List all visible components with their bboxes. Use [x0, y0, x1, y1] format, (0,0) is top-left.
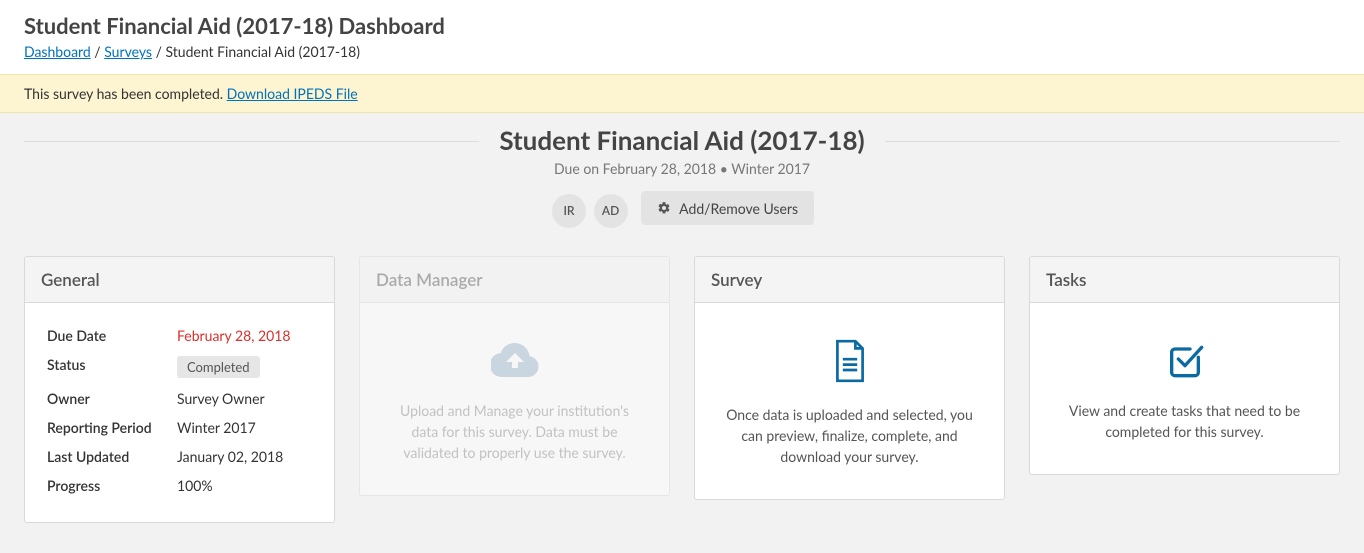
- document-icon: [832, 339, 868, 386]
- row-reporting-period: Reporting Period Winter 2017: [47, 413, 312, 442]
- user-chip-ad[interactable]: AD: [594, 194, 628, 228]
- row-due-date: Due Date February 28, 2018: [47, 321, 312, 350]
- alert-banner: This survey has been completed. Download…: [0, 74, 1364, 113]
- breadcrumb-dashboard[interactable]: Dashboard: [24, 43, 91, 60]
- survey-subtitle: Due on February 28, 2018 • Winter 2017: [24, 160, 1340, 177]
- user-row: IR AD Add/Remove Users: [24, 191, 1340, 228]
- row-last-updated: Last Updated January 02, 2018: [47, 442, 312, 471]
- card-tasks[interactable]: Tasks View and create tasks that need to…: [1029, 256, 1340, 475]
- due-date-value: February 28, 2018: [177, 327, 290, 344]
- add-remove-users-button[interactable]: Add/Remove Users: [641, 191, 814, 225]
- cloud-upload-icon: [491, 339, 539, 382]
- add-remove-users-label: Add/Remove Users: [679, 200, 798, 217]
- breadcrumb: Dashboard / Surveys / Student Financial …: [24, 43, 1340, 60]
- alert-message: This survey has been completed.: [24, 85, 227, 102]
- user-chip-ir[interactable]: IR: [552, 194, 586, 228]
- gear-icon: [657, 201, 671, 215]
- card-general: General Due Date February 28, 2018 Statu…: [24, 256, 335, 523]
- card-survey[interactable]: Survey Once data is uploaded and selecte…: [694, 256, 1005, 500]
- page-title: Student Financial Aid (2017-18) Dashboar…: [24, 12, 1340, 39]
- card-data-manager-header: Data Manager: [360, 257, 669, 303]
- row-owner: Owner Survey Owner: [47, 384, 312, 413]
- status-badge: Completed: [177, 356, 260, 378]
- breadcrumb-current: Student Financial Aid (2017-18): [165, 43, 360, 60]
- card-data-manager: Data Manager Upload and Manage your inst…: [359, 256, 670, 496]
- checkbox-icon: [1165, 339, 1205, 382]
- download-ipeds-link[interactable]: Download IPEDS File: [227, 85, 358, 102]
- survey-desc: Once data is uploaded and selected, you …: [723, 404, 976, 467]
- card-row: General Due Date February 28, 2018 Statu…: [24, 256, 1340, 523]
- breadcrumb-surveys[interactable]: Surveys: [104, 43, 152, 60]
- row-status: Status Completed: [47, 350, 312, 384]
- data-manager-desc: Upload and Manage your institution's dat…: [388, 400, 641, 463]
- tasks-desc: View and create tasks that need to be co…: [1058, 400, 1311, 442]
- survey-heading: Student Financial Aid (2017-18): [24, 124, 1340, 156]
- survey-title: Student Financial Aid (2017-18): [479, 124, 884, 156]
- card-survey-header: Survey: [695, 257, 1004, 303]
- card-tasks-header: Tasks: [1030, 257, 1339, 303]
- page-header: Student Financial Aid (2017-18) Dashboar…: [0, 0, 1364, 74]
- row-progress: Progress 100%: [47, 471, 312, 500]
- card-general-header: General: [25, 257, 334, 303]
